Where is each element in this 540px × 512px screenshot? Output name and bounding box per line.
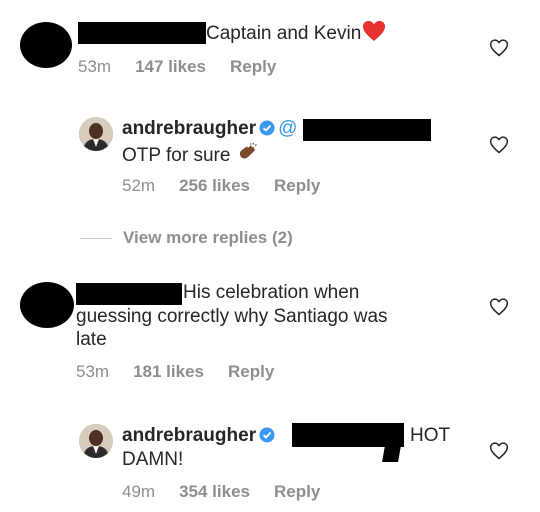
reply-button[interactable]: Reply <box>274 176 320 196</box>
comment-time: 52m <box>122 176 156 195</box>
redacted-mention <box>382 440 402 462</box>
like-count[interactable]: 147 likes <box>135 57 206 77</box>
heart-icon[interactable] <box>489 38 509 58</box>
divider-line <box>80 238 112 239</box>
heart-icon[interactable] <box>489 441 509 461</box>
verified-badge-icon <box>259 119 275 136</box>
redacted-username <box>78 22 206 44</box>
avatar[interactable] <box>79 117 113 151</box>
verified-badge-icon <box>259 426 275 443</box>
username[interactable]: andrebraugher <box>122 118 256 139</box>
heart-icon[interactable] <box>489 297 509 317</box>
comment-text: HOT <box>410 425 451 446</box>
reply-button[interactable]: Reply <box>228 362 274 382</box>
view-more-replies-button[interactable]: View more replies (2) <box>123 228 293 248</box>
mention[interactable]: @ <box>278 118 297 139</box>
redacted-username <box>76 283 182 305</box>
comment-time: 53m <box>78 57 112 76</box>
red-heart-emoji <box>362 20 386 49</box>
reply-button[interactable]: Reply <box>274 482 320 502</box>
comment-text: OTP for sure <box>122 145 231 166</box>
redacted-mention <box>303 119 431 141</box>
like-count[interactable]: 181 likes <box>133 362 204 382</box>
like-count[interactable]: 256 likes <box>179 176 250 196</box>
comment-time: 53m <box>76 362 110 381</box>
comment-text: Captain and Kevin <box>206 23 362 44</box>
heart-icon[interactable] <box>489 135 509 155</box>
reply-button[interactable]: Reply <box>230 57 276 77</box>
like-count[interactable]: 354 likes <box>179 482 250 502</box>
clapping-hands-emoji <box>236 141 260 172</box>
comment-text: DAMN! <box>122 449 184 470</box>
comment-time: 49m <box>122 482 156 501</box>
username[interactable]: andrebraugher <box>122 425 256 446</box>
comment-text: guessing correctly why Santiago was <box>76 306 388 327</box>
comment-text: late <box>76 329 107 350</box>
redacted-avatar <box>20 22 72 68</box>
redacted-avatar <box>20 282 74 328</box>
avatar[interactable] <box>79 424 113 458</box>
comment-text: His celebration when <box>183 282 360 303</box>
